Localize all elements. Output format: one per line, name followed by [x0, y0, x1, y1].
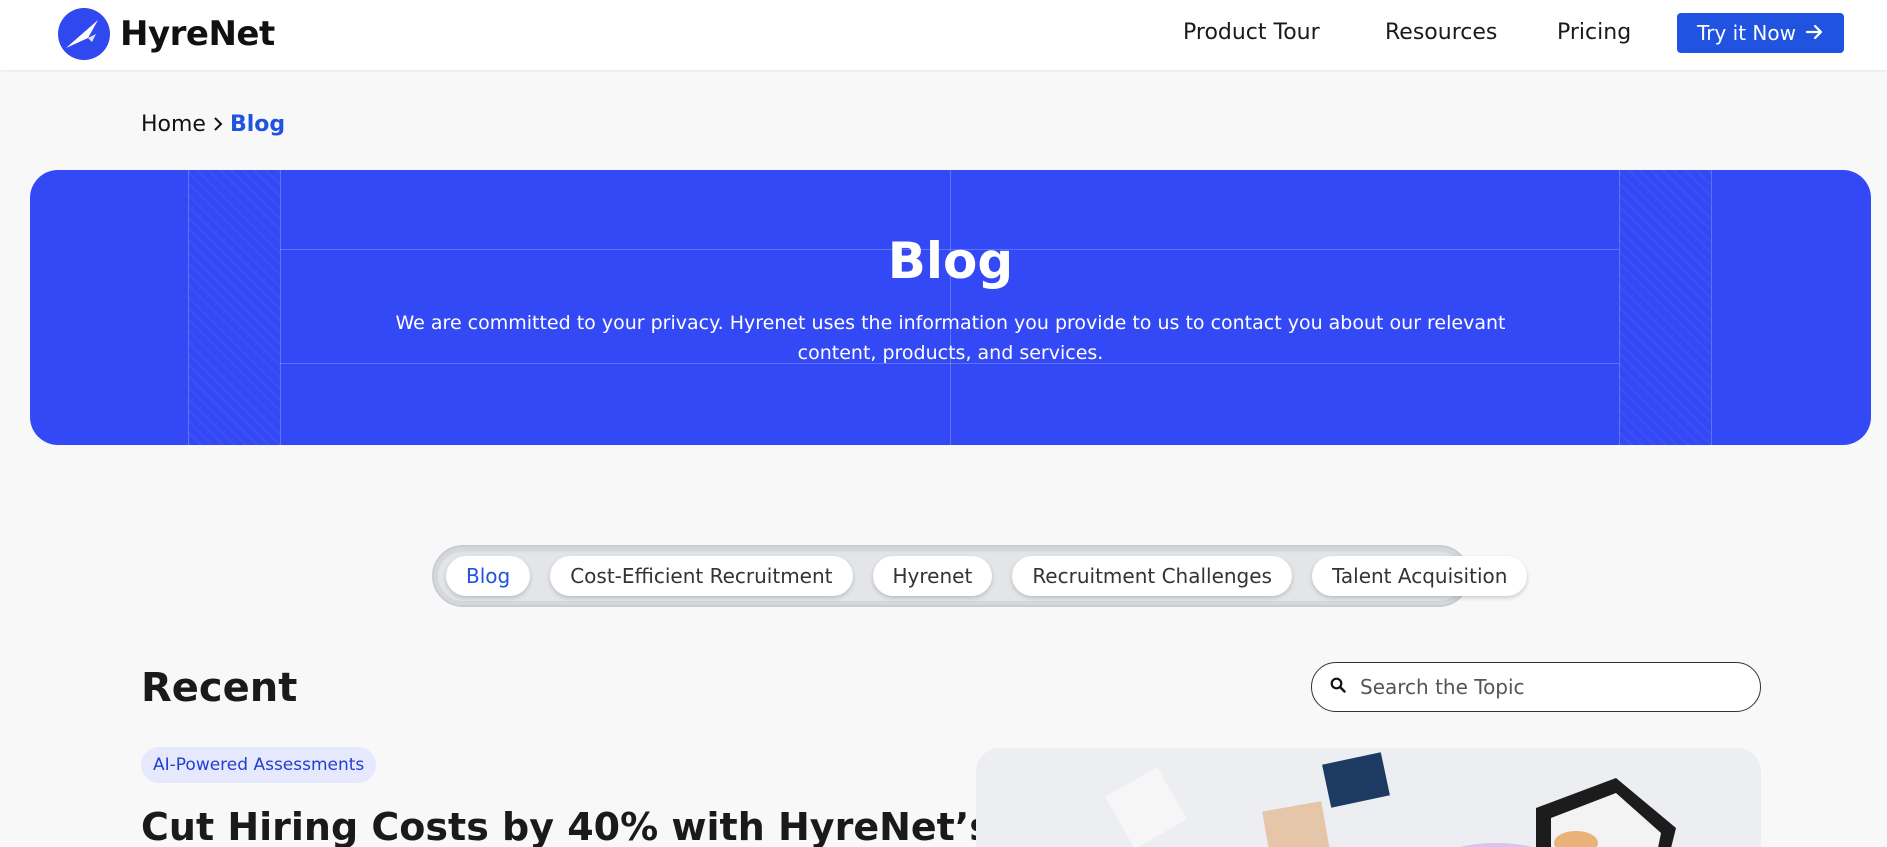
arrow-right-icon [1805, 21, 1824, 45]
post-cover-image[interactable] [976, 748, 1761, 847]
topic-search-box [1311, 662, 1761, 712]
hero-gridline [1711, 170, 1712, 445]
filter-pill-cost-efficient-recruitment[interactable]: Cost-Efficient Recruitment [550, 556, 853, 596]
recent-heading: Recent [141, 665, 298, 711]
hero-pattern-right [1619, 170, 1711, 445]
cta-label: Try it Now [1696, 21, 1796, 45]
breadcrumb-home-link[interactable]: Home [141, 112, 206, 137]
nav-pricing[interactable]: Pricing [1557, 20, 1631, 45]
category-filter-bar: Blog Cost-Efficient Recruitment Hyrenet … [432, 545, 1528, 607]
hero-title: Blog [887, 232, 1014, 290]
filter-pill-talent-acquisition[interactable]: Talent Acquisition [1311, 556, 1528, 596]
hero-gridline [1619, 170, 1620, 445]
filter-pill-hyrenet[interactable]: Hyrenet [872, 556, 993, 596]
search-input[interactable] [1360, 675, 1740, 699]
hero-gridline [188, 170, 189, 445]
nav-resources[interactable]: Resources [1385, 20, 1497, 45]
blog-hero-banner: Blog We are committed to your privacy. H… [30, 170, 1871, 445]
filter-pill-blog[interactable]: Blog [446, 556, 531, 596]
site-header: HyreNet Product Tour Resources Pricing T… [0, 0, 1887, 70]
breadcrumb-current: Blog [229, 112, 286, 137]
breadcrumb: Home Blog [141, 112, 285, 137]
brand-logo[interactable]: HyreNet [58, 8, 275, 60]
post-category-tag[interactable]: AI-Powered Assessments [141, 747, 377, 783]
search-icon [1330, 677, 1346, 697]
hero-subtitle: We are committed to your privacy. Hyrene… [395, 312, 1506, 364]
post-cover-illustration [976, 748, 1761, 847]
logo-mark-icon [58, 8, 110, 60]
post-title[interactable]: Cut Hiring Costs by 40% with HyreNet’s A… [141, 805, 1064, 847]
hero-pattern-left [188, 170, 280, 445]
filter-pill-recruitment-challenges[interactable]: Recruitment Challenges [1012, 556, 1292, 596]
brand-name: HyreNet [120, 14, 275, 54]
chevron-right-icon [212, 113, 224, 137]
try-it-now-button[interactable]: Try it Now [1677, 13, 1844, 53]
hero-gridline [280, 170, 281, 445]
nav-product-tour[interactable]: Product Tour [1183, 20, 1320, 45]
